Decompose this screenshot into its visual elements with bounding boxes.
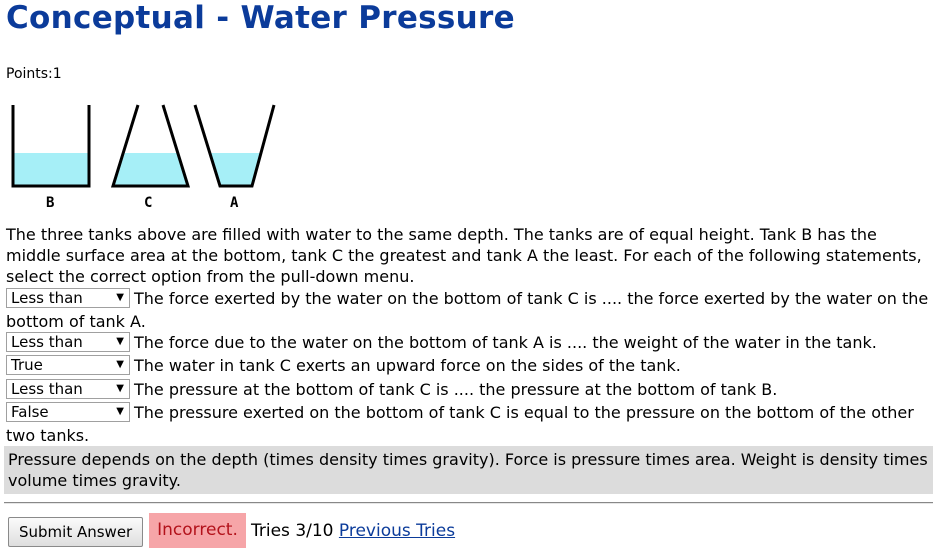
question-5: False ▼ The pressure exerted on the bottom… bbox=[6, 401, 931, 447]
select-value: True bbox=[11, 356, 43, 374]
dropdown-arrow-icon: ▼ bbox=[116, 336, 124, 347]
hint-box: Pressure depends on the depth (times den… bbox=[4, 446, 933, 494]
select-value: Less than bbox=[11, 289, 83, 307]
submit-answer-button[interactable]: Submit Answer bbox=[8, 517, 144, 547]
question-text: The water in tank C exerts an upward for… bbox=[134, 356, 681, 375]
tank-a-label: A bbox=[230, 195, 239, 211]
answer-select-5[interactable]: False ▼ bbox=[6, 402, 130, 422]
tank-b-label: B bbox=[46, 195, 54, 211]
question-text: The pressure at the bottom of tank C is … bbox=[134, 380, 778, 399]
question-text: The force due to the water on the bottom… bbox=[134, 333, 877, 352]
select-value: Less than bbox=[11, 333, 83, 351]
tries-count: Tries 3/10 bbox=[251, 521, 334, 541]
page-title: Conceptual - Water Pressure bbox=[6, 0, 515, 36]
question-2: Less than ▼ The force due to the water on … bbox=[6, 331, 931, 354]
problem-statement: The three tanks above are filled with wa… bbox=[6, 225, 922, 286]
tank-c bbox=[110, 104, 191, 188]
tank-c-water bbox=[113, 153, 188, 186]
answer-select-2[interactable]: Less than ▼ bbox=[6, 332, 130, 352]
question-1: Less than ▼ The force exerted by the water… bbox=[6, 287, 931, 333]
answer-select-4[interactable]: Less than ▼ bbox=[6, 379, 130, 399]
dropdown-arrow-icon: ▼ bbox=[116, 406, 124, 417]
question-4: Less than ▼ The pressure at the bottom of … bbox=[6, 378, 931, 401]
dropdown-arrow-icon: ▼ bbox=[116, 383, 124, 394]
select-value: Less than bbox=[11, 380, 83, 398]
tank-c-label: C bbox=[144, 195, 152, 211]
question-3: True ▼ The water in tank C exerts an upwar… bbox=[6, 354, 931, 377]
tank-a bbox=[193, 104, 276, 188]
points-value: 1 bbox=[52, 66, 62, 82]
divider bbox=[4, 502, 933, 504]
status-badge: Incorrect. bbox=[149, 513, 246, 548]
dropdown-arrow-icon: ▼ bbox=[116, 292, 124, 303]
tank-b-water bbox=[13, 153, 89, 186]
answer-select-3[interactable]: True ▼ bbox=[6, 355, 130, 375]
select-value: False bbox=[11, 403, 49, 421]
tries-info: Tries 3/10 Previous Tries bbox=[251, 521, 455, 541]
previous-tries-link[interactable]: Previous Tries bbox=[339, 521, 455, 541]
question-text: The pressure exerted on the bottom of ta… bbox=[6, 403, 914, 445]
points-label: Points: bbox=[6, 66, 53, 82]
question-text: The force exerted by the water on the bo… bbox=[6, 289, 929, 331]
tank-b bbox=[11, 105, 91, 188]
dropdown-arrow-icon: ▼ bbox=[116, 359, 124, 370]
tanks-illustration: B C A bbox=[11, 104, 276, 211]
points-line: Points:1 bbox=[6, 66, 62, 82]
answer-select-1[interactable]: Less than ▼ bbox=[6, 288, 130, 308]
